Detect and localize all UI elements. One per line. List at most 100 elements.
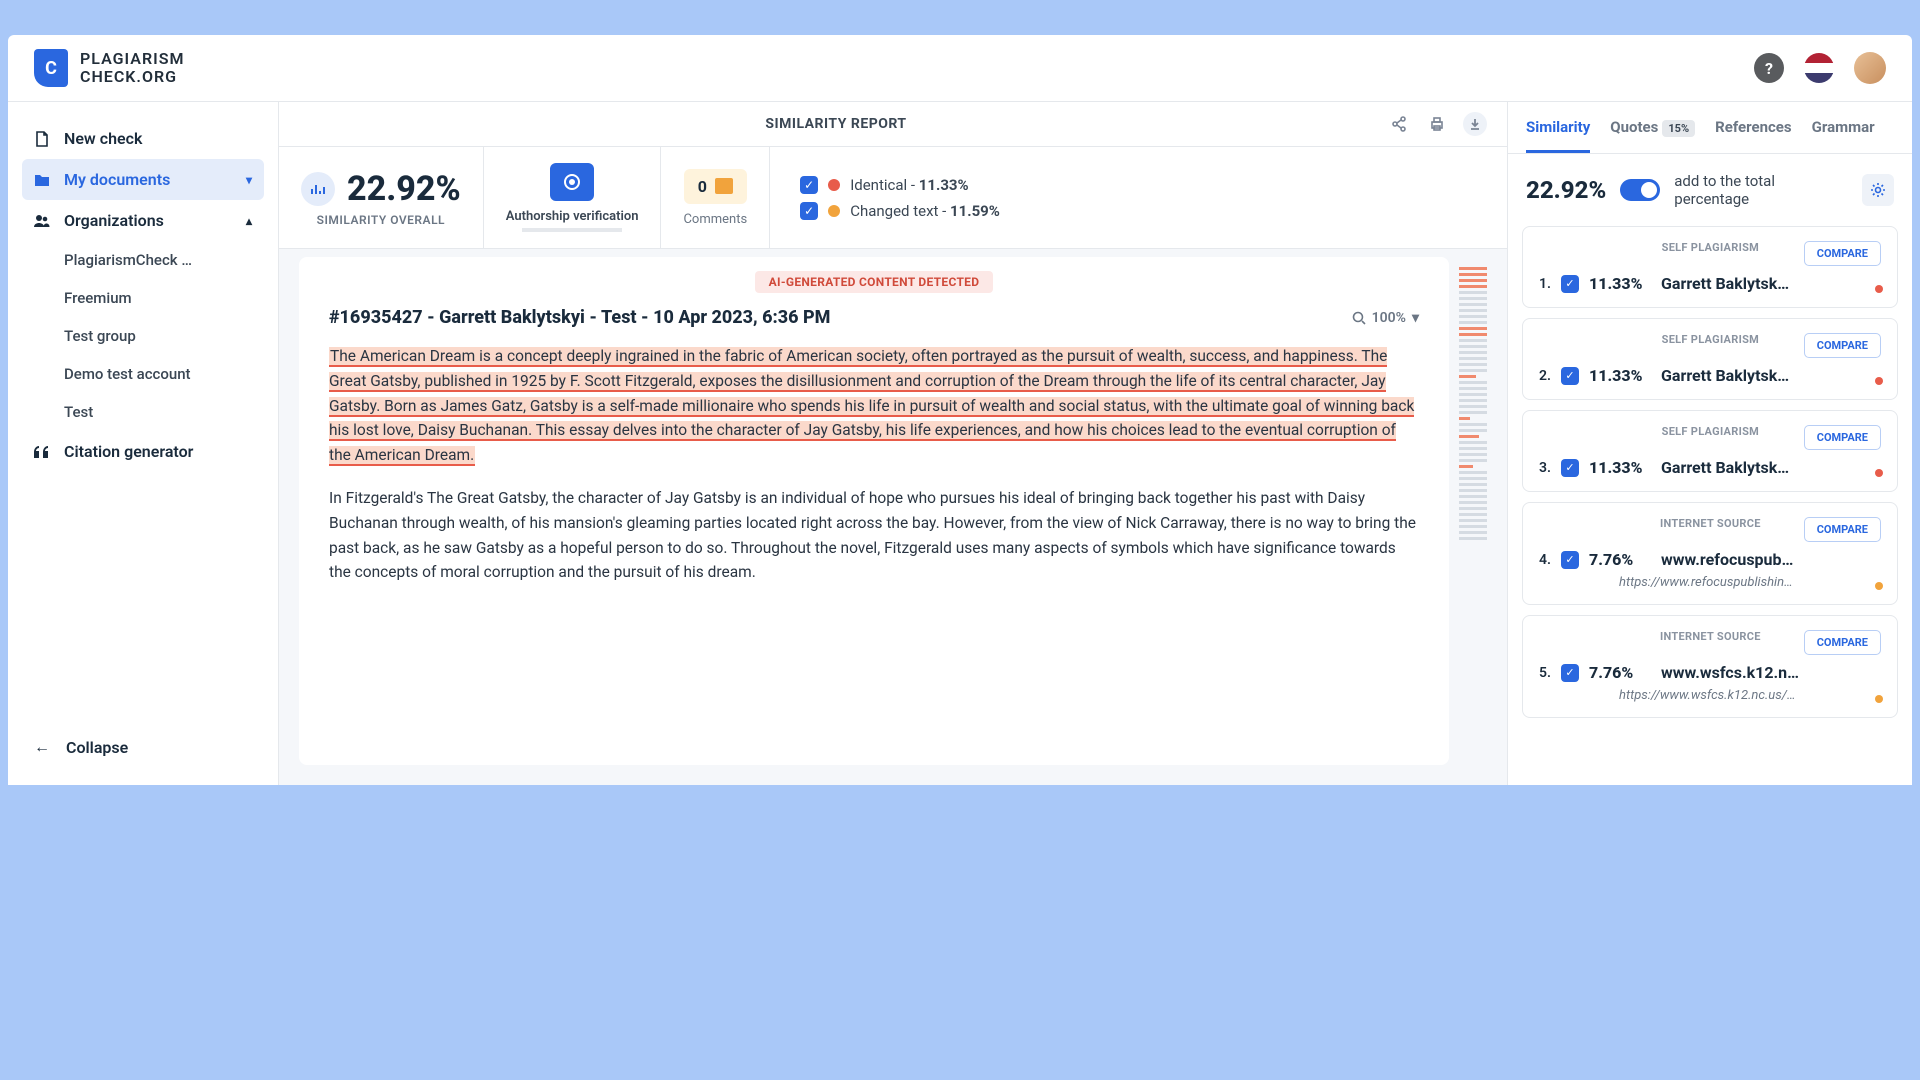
quotes-badge: 15% [1662, 120, 1695, 137]
logo-mark-icon: C [34, 49, 68, 87]
source-percentage: 11.33% [1589, 274, 1651, 293]
sidebar-label: New check [64, 129, 142, 148]
dot-red-icon [828, 179, 840, 191]
authorship-label: Authorship verification [506, 209, 639, 224]
source-checkbox[interactable]: ✓ [1561, 551, 1579, 569]
zoom-control[interactable]: 100% ▾ [1352, 310, 1419, 326]
quote-icon [34, 446, 50, 458]
checkbox-identical[interactable]: ✓ [800, 176, 818, 194]
ai-detected-banner: AI-GENERATED CONTENT DETECTED [755, 271, 994, 293]
source-name: Garrett Baklytsk… [1661, 366, 1789, 385]
similarity-value: 22.92% [347, 169, 461, 209]
gear-icon[interactable] [1862, 174, 1894, 206]
compare-button[interactable]: COMPARE [1804, 630, 1881, 655]
highlighted-text[interactable]: The American Dream is a concept deeply i… [329, 347, 1414, 466]
sidebar-organizations[interactable]: Organizations ▴ [22, 200, 264, 241]
source-checkbox[interactable]: ✓ [1561, 664, 1579, 682]
source-dot-icon [1875, 377, 1883, 385]
chevron-down-icon: ▾ [246, 173, 252, 187]
sidebar-new-check[interactable]: New check [22, 118, 264, 159]
source-card[interactable]: SELF PLAGIARISM COMPARE 1. ✓ 11.33% Garr… [1522, 226, 1898, 308]
source-dot-icon [1875, 695, 1883, 703]
source-tag: INTERNET SOURCE [1660, 517, 1761, 530]
sidebar-org-item[interactable]: Test group [22, 317, 264, 355]
source-card[interactable]: SELF PLAGIARISM COMPARE 3. ✓ 11.33% Garr… [1522, 410, 1898, 492]
share-icon[interactable] [1387, 112, 1411, 136]
source-tag: SELF PLAGIARISM [1662, 425, 1760, 438]
sidebar-citation-generator[interactable]: Citation generator [22, 431, 264, 472]
arrow-left-icon: ← [34, 737, 50, 757]
source-number: 5. [1539, 665, 1551, 681]
compare-button[interactable]: COMPARE [1804, 425, 1881, 450]
tab-quotes[interactable]: Quotes15% [1610, 118, 1695, 153]
sidebar-org-item[interactable]: PlagiarismCheck … [22, 241, 264, 279]
collapse-label: Collapse [66, 738, 128, 757]
sidebar-org-item[interactable]: Test [22, 393, 264, 431]
stat-comments[interactable]: 0 Comments [661, 147, 770, 248]
source-tag: INTERNET SOURCE [1660, 630, 1761, 643]
source-number: 1. [1539, 276, 1551, 292]
toggle-add-total[interactable] [1620, 179, 1660, 201]
folder-icon [34, 173, 50, 187]
document-icon [34, 131, 50, 147]
zoom-value: 100% [1372, 310, 1406, 326]
source-checkbox[interactable]: ✓ [1561, 275, 1579, 293]
source-tag: SELF PLAGIARISM [1662, 241, 1760, 254]
sidebar-label: Citation generator [64, 442, 193, 461]
right-tabs: Similarity Quotes15% References Grammar [1508, 102, 1912, 154]
similarity-label: SIMILARITY OVERALL [317, 213, 445, 227]
source-tag: SELF PLAGIARISM [1662, 333, 1760, 346]
report-title: SIMILARITY REPORT [299, 116, 1373, 132]
chart-icon [301, 172, 335, 206]
compare-button[interactable]: COMPARE [1804, 517, 1881, 542]
collapse-button[interactable]: ← Collapse [22, 725, 264, 769]
sidebar-my-documents[interactable]: My documents ▾ [22, 159, 264, 200]
users-icon [34, 214, 50, 228]
checkbox-changed[interactable]: ✓ [800, 202, 818, 220]
logo[interactable]: C PLAGIARISM CHECK.ORG [34, 49, 184, 87]
chevron-up-icon: ▴ [246, 214, 252, 228]
stat-similarity: 22.92% SIMILARITY OVERALL [279, 147, 484, 248]
source-percentage: 7.76% [1589, 663, 1651, 682]
source-dot-icon [1875, 285, 1883, 293]
source-dot-icon [1875, 469, 1883, 477]
source-dot-icon [1875, 582, 1883, 590]
shield-icon [550, 163, 594, 201]
dot-orange-icon [828, 205, 840, 217]
source-percentage: 11.33% [1589, 458, 1651, 477]
tab-grammar[interactable]: Grammar [1812, 118, 1875, 153]
sidebar-label: My documents [64, 170, 170, 189]
source-name: www.wsfcs.k12.n… [1661, 663, 1799, 682]
source-name: Garrett Baklytsk… [1661, 458, 1789, 477]
brand-line1: PLAGIARISM [80, 50, 184, 68]
source-checkbox[interactable]: ✓ [1561, 459, 1579, 477]
language-flag-icon[interactable] [1804, 53, 1834, 83]
minimap[interactable] [1459, 257, 1487, 765]
tab-references[interactable]: References [1715, 118, 1792, 153]
source-number: 2. [1539, 368, 1551, 384]
comment-icon [715, 178, 733, 194]
stat-authorship[interactable]: Authorship verification [484, 147, 662, 248]
help-icon[interactable]: ? [1754, 53, 1784, 83]
source-percentage: 7.76% [1589, 550, 1651, 569]
compare-button[interactable]: COMPARE [1804, 241, 1881, 266]
download-icon[interactable] [1463, 112, 1487, 136]
toggle-label: add to the total percentage [1674, 172, 1848, 208]
sidebar-label: Organizations [64, 211, 164, 230]
source-percentage: 11.33% [1589, 366, 1651, 385]
sidebar-org-item[interactable]: Demo test account [22, 355, 264, 393]
compare-button[interactable]: COMPARE [1804, 333, 1881, 358]
search-icon [1352, 311, 1366, 325]
source-card[interactable]: INTERNET SOURCE COMPARE 4. ✓ 7.76% www.r… [1522, 502, 1898, 605]
tab-similarity[interactable]: Similarity [1526, 118, 1590, 153]
source-number: 3. [1539, 460, 1551, 476]
source-checkbox[interactable]: ✓ [1561, 367, 1579, 385]
source-card[interactable]: INTERNET SOURCE COMPARE 5. ✓ 7.76% www.w… [1522, 615, 1898, 718]
panel-percentage: 22.92% [1526, 176, 1606, 204]
app-header: C PLAGIARISM CHECK.ORG ? [8, 35, 1912, 102]
avatar[interactable] [1854, 52, 1886, 84]
source-name: Garrett Baklytsk… [1661, 274, 1789, 293]
print-icon[interactable] [1425, 112, 1449, 136]
sidebar-org-item[interactable]: Freemium [22, 279, 264, 317]
source-card[interactable]: SELF PLAGIARISM COMPARE 2. ✓ 11.33% Garr… [1522, 318, 1898, 400]
